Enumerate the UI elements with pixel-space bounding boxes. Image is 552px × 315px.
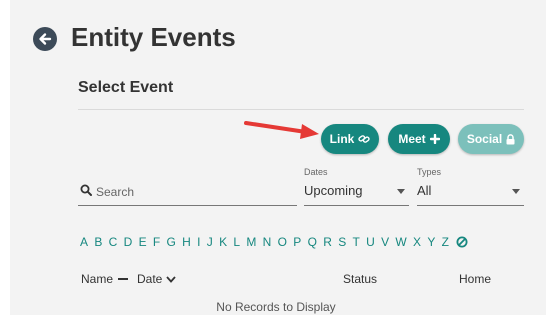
column-header-status: Status bbox=[343, 272, 378, 286]
letter-filter[interactable]: B bbox=[94, 235, 102, 249]
letter-filter[interactable]: I bbox=[197, 235, 200, 249]
arrow-left-icon bbox=[39, 33, 52, 45]
column-header-date[interactable]: Date bbox=[137, 272, 177, 286]
link-icon bbox=[358, 135, 371, 143]
dates-select[interactable]: Dates Upcoming bbox=[304, 167, 409, 206]
letter-filter[interactable]: P bbox=[293, 235, 301, 249]
letter-filter[interactable]: W bbox=[395, 235, 406, 249]
section-title: Select Event bbox=[78, 79, 174, 96]
meet-button-label: Meet bbox=[398, 132, 426, 146]
search-field bbox=[78, 179, 297, 206]
letter-filter[interactable]: N bbox=[263, 235, 272, 249]
letter-filter[interactable]: H bbox=[182, 235, 191, 249]
letter-filter[interactable]: T bbox=[353, 235, 360, 249]
letter-filter[interactable]: D bbox=[124, 235, 133, 249]
letter-filter[interactable]: J bbox=[207, 235, 213, 249]
dates-label: Dates bbox=[304, 167, 328, 177]
letter-filter[interactable]: S bbox=[338, 235, 346, 249]
letter-filter[interactable]: Q bbox=[308, 235, 317, 249]
letter-filter[interactable]: O bbox=[278, 235, 287, 249]
page-title: Entity Events bbox=[71, 22, 236, 52]
divider bbox=[78, 109, 524, 110]
chevron-down-icon bbox=[166, 275, 177, 283]
types-select[interactable]: Types All bbox=[417, 167, 524, 206]
link-button-label: Link bbox=[329, 132, 355, 146]
lock-icon bbox=[506, 133, 515, 144]
social-button-label: Social bbox=[466, 132, 503, 146]
letter-filter[interactable]: A bbox=[80, 235, 88, 249]
search-icon bbox=[80, 184, 92, 196]
dropdown-caret-icon bbox=[397, 189, 405, 194]
letter-filter[interactable]: F bbox=[153, 235, 160, 249]
dropdown-caret-icon bbox=[512, 189, 520, 194]
letter-filter[interactable]: G bbox=[167, 235, 176, 249]
search-input[interactable] bbox=[96, 182, 291, 202]
letter-filter[interactable]: Y bbox=[427, 235, 435, 249]
back-button[interactable] bbox=[33, 27, 57, 51]
letter-filter[interactable]: E bbox=[139, 235, 147, 249]
letter-filter[interactable]: K bbox=[219, 235, 227, 249]
letter-filter[interactable]: V bbox=[381, 235, 389, 249]
link-button[interactable]: Link bbox=[321, 124, 379, 154]
letter-filter[interactable]: M bbox=[246, 235, 256, 249]
annotation-arrow-icon bbox=[244, 121, 319, 139]
empty-state-message: No Records to Display bbox=[216, 300, 336, 314]
letter-filter[interactable]: U bbox=[366, 235, 375, 249]
column-header-home: Home bbox=[459, 272, 492, 286]
types-label: Types bbox=[417, 167, 442, 177]
types-value: All bbox=[417, 183, 432, 198]
alphabet-filter: A B C D E F G H I J K L M N O P Q R S T … bbox=[80, 235, 468, 249]
meet-button[interactable]: Meet bbox=[388, 124, 450, 154]
clear-filter-icon[interactable] bbox=[456, 236, 468, 248]
letter-filter[interactable]: X bbox=[413, 235, 421, 249]
column-header-name[interactable]: Name bbox=[81, 272, 129, 286]
unsorted-dash-icon bbox=[118, 278, 129, 280]
letter-filter[interactable]: C bbox=[109, 235, 118, 249]
social-button[interactable]: Social bbox=[458, 124, 524, 154]
plus-icon bbox=[429, 134, 440, 144]
column-header-date-label: Date bbox=[137, 272, 163, 286]
letter-filter[interactable]: R bbox=[323, 235, 332, 249]
dates-value: Upcoming bbox=[304, 183, 363, 198]
letter-filter[interactable]: L bbox=[233, 235, 240, 249]
column-header-name-label: Name bbox=[81, 272, 114, 286]
letter-filter[interactable]: Z bbox=[442, 235, 449, 249]
